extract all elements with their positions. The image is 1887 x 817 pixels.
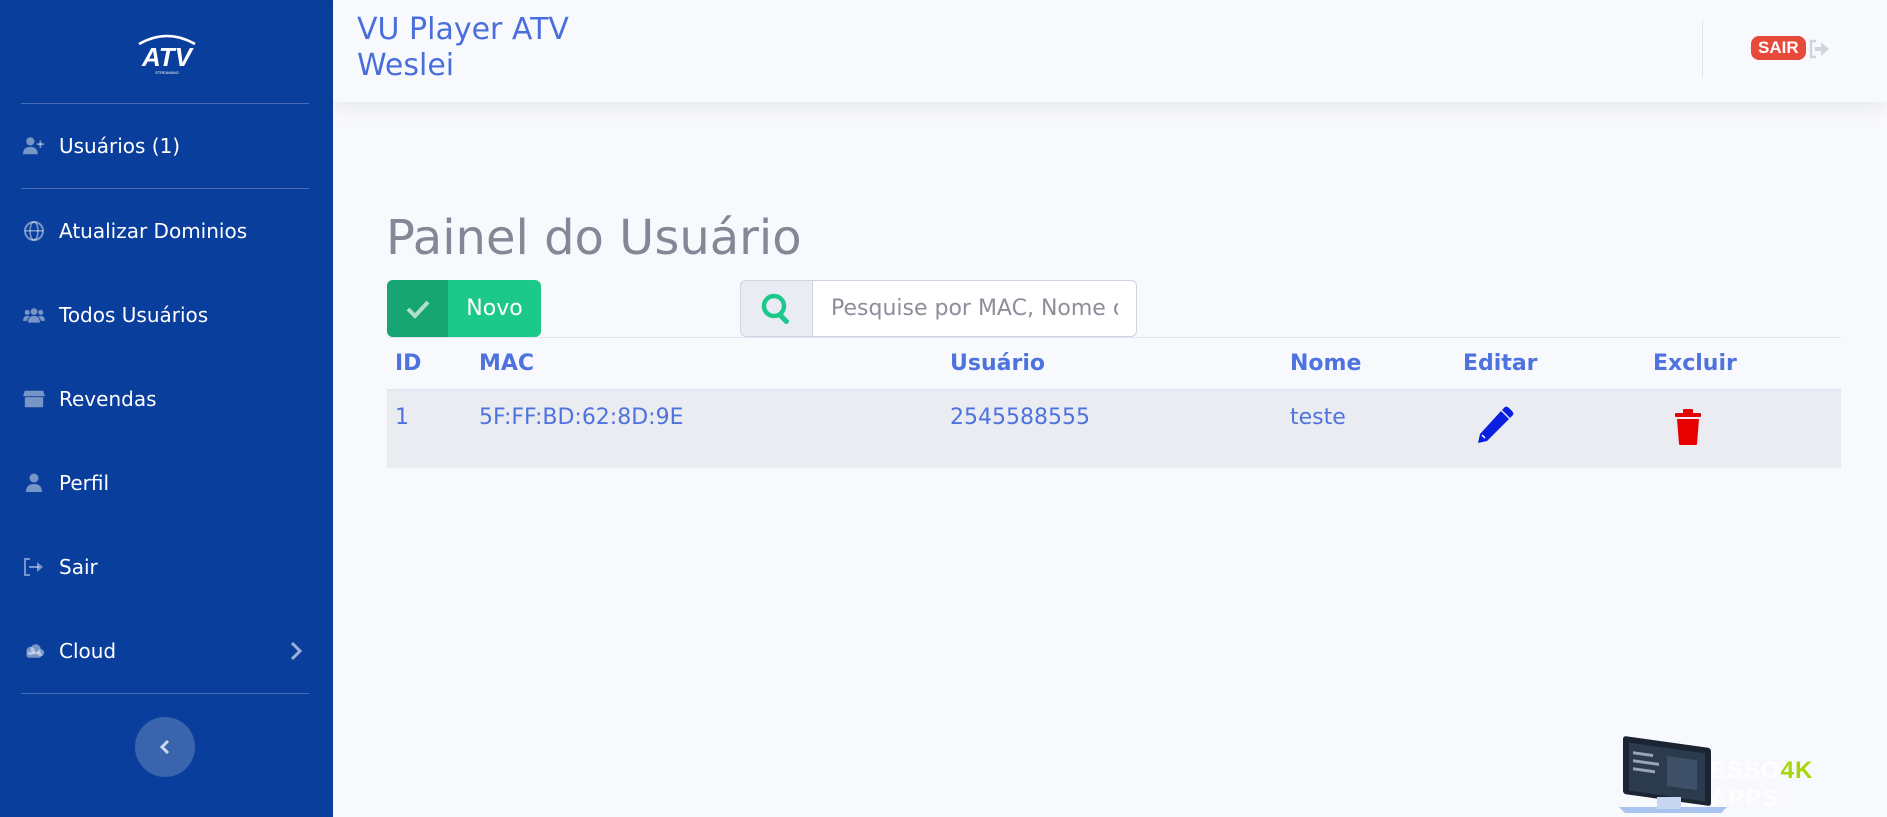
user-icon [21, 472, 47, 494]
sidebar-item-label: Cloud [59, 639, 117, 663]
user-plus-icon [21, 135, 47, 157]
atv-logo: ATV STREAMING [137, 34, 196, 75]
sidebar-item-label: Perfil [59, 471, 110, 495]
header-usuario[interactable]: Usuário [942, 337, 1282, 391]
sidebar: ATV STREAMING Usuários (1) Atualizar Dom… [0, 0, 333, 817]
header-editar: Editar [1455, 337, 1645, 391]
watermark-part3: APPS [1710, 785, 1780, 812]
svg-text:STREAMING: STREAMING [155, 70, 179, 75]
cell-mac: 5F:FF:BD:62:8D:9E [471, 389, 942, 468]
new-user-button[interactable]: Novo [387, 280, 541, 337]
sign-out-icon[interactable] [1808, 38, 1830, 60]
cell-editar [1455, 389, 1645, 468]
sidebar-item-revendas[interactable]: Revendas [0, 357, 333, 441]
cell-nome: teste [1282, 389, 1455, 468]
sidebar-item-perfil[interactable]: Perfil [0, 441, 333, 525]
topbar: VU Player ATV Weslei SAIR [333, 0, 1887, 102]
svg-text:ATV: ATV [140, 42, 194, 72]
search-icon[interactable] [740, 280, 813, 337]
sidebar-item-label: Atualizar Dominios [59, 219, 248, 243]
edit-pencil-icon[interactable] [1473, 405, 1515, 447]
topbar-divider [1702, 20, 1703, 78]
sidebar-item-label: Revendas [59, 387, 157, 411]
users-icon [21, 304, 47, 326]
new-user-button-label: Novo [466, 296, 523, 321]
sidebar-item-todos-usuarios[interactable]: Todos Usuários [0, 273, 333, 357]
cell-excluir [1645, 389, 1841, 468]
chevron-right-icon [289, 640, 303, 662]
search-bar [740, 280, 1137, 337]
sidebar-divider [21, 693, 309, 694]
users-table: ID MAC Usuário Nome Editar Excluir 1 5F:… [387, 337, 1841, 468]
sign-out-icon [21, 556, 47, 578]
sidebar-item-cloud[interactable]: Cloud [0, 609, 333, 693]
globe-icon [21, 220, 47, 242]
brand[interactable]: ATV STREAMING [0, 0, 333, 103]
app-title: VU Player ATV Weslei [357, 12, 569, 84]
header-id[interactable]: ID [387, 337, 471, 391]
header-mac[interactable]: MAC [471, 337, 942, 391]
sidebar-item-label: Sair [59, 555, 98, 579]
watermark-part1: ESSO [1710, 757, 1781, 784]
page-title: Painel do Usuário [386, 210, 802, 266]
header-nome[interactable]: Nome [1282, 337, 1455, 391]
watermark-part2: 4K [1780, 757, 1814, 784]
cloud-icon [21, 640, 47, 662]
cell-usuario: 2545588555 [942, 389, 1282, 468]
watermark-text: ESSO4K APPS [1710, 757, 1887, 813]
search-input[interactable] [813, 280, 1137, 337]
trash-icon[interactable] [1667, 405, 1709, 447]
cell-id: 1 [387, 389, 471, 468]
header-excluir: Excluir [1645, 337, 1841, 391]
app-title-line2: Weslei [357, 48, 455, 83]
logout-badge[interactable]: SAIR [1751, 36, 1806, 60]
sidebar-item-label: Usuários (1) [59, 134, 181, 158]
sidebar-item-atualizar-dominios[interactable]: Atualizar Dominios [0, 189, 333, 273]
table-row: 1 5F:FF:BD:62:8D:9E 2545588555 teste [387, 389, 1841, 468]
store-icon [21, 388, 47, 410]
app-title-line1: VU Player ATV [357, 12, 569, 47]
table-header-row: ID MAC Usuário Nome Editar Excluir [387, 337, 1841, 391]
sidebar-toggle-button[interactable] [135, 717, 195, 777]
check-icon [387, 280, 448, 337]
chevron-left-icon [159, 739, 170, 755]
sidebar-item-label: Todos Usuários [59, 303, 209, 327]
sidebar-item-sair[interactable]: Sair [0, 525, 333, 609]
sidebar-item-usuarios[interactable]: Usuários (1) [0, 104, 333, 188]
